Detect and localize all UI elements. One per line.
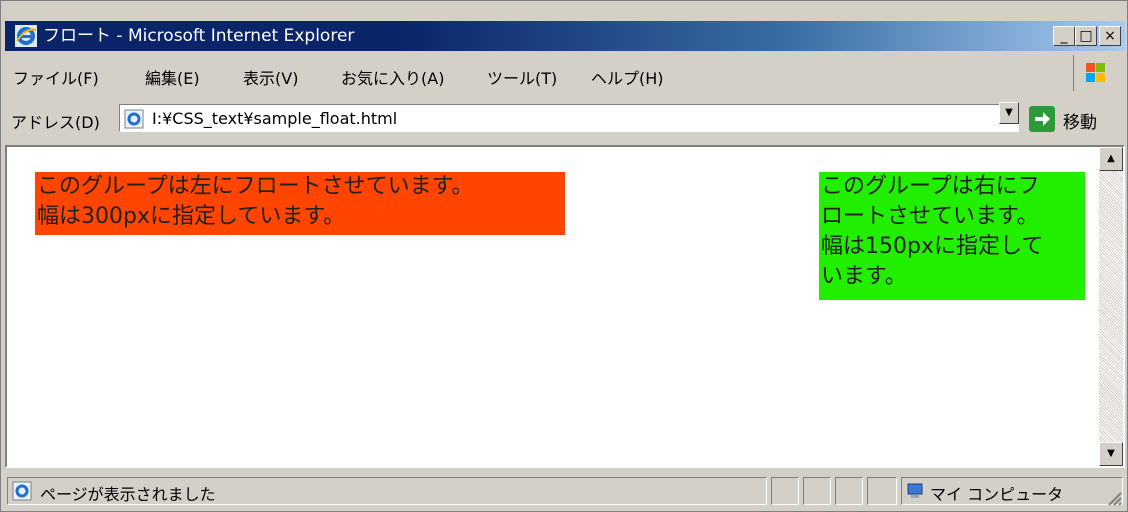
go-button[interactable]: 移動 bbox=[1029, 106, 1121, 133]
address-bar: アドレス(D) I:¥CSS_text¥sample_float.html ▼ … bbox=[5, 100, 1125, 136]
float-left-box: このグループは左にフロートさせています。 幅は300pxに指定しています。 bbox=[35, 172, 565, 235]
url-text: I:¥CSS_text¥sample_float.html bbox=[152, 109, 398, 128]
maximize-button[interactable]: □ bbox=[1075, 26, 1097, 46]
status-pane bbox=[867, 477, 897, 505]
windows-flag-icon bbox=[1073, 55, 1120, 91]
menu-file[interactable]: ファイル(F) bbox=[13, 65, 99, 89]
status-pane bbox=[835, 477, 863, 505]
go-arrow-icon bbox=[1029, 106, 1055, 132]
float-right-line-1: このグループは右にフ bbox=[821, 174, 1040, 199]
float-right-line-4: います。 bbox=[821, 264, 907, 289]
go-label: 移動 bbox=[1063, 113, 1097, 133]
close-button[interactable]: × bbox=[1099, 26, 1121, 46]
browser-window: フロート - Microsoft Internet Explorer _ □ ×… bbox=[0, 0, 1128, 512]
status-pane bbox=[771, 477, 799, 505]
minimize-button[interactable]: _ bbox=[1053, 26, 1075, 46]
float-left-line-2: 幅は300pxに指定しています。 bbox=[37, 204, 346, 229]
scroll-down-button[interactable]: ▼ bbox=[1099, 442, 1123, 466]
ie-page-icon bbox=[124, 109, 144, 129]
menu-tools[interactable]: ツール(T) bbox=[487, 65, 557, 89]
menu-edit[interactable]: 編集(E) bbox=[145, 65, 200, 89]
title-bar[interactable]: フロート - Microsoft Internet Explorer _ □ × bbox=[5, 21, 1125, 51]
security-zone-pane: マイ コンピュータ bbox=[901, 477, 1123, 505]
status-pane bbox=[803, 477, 831, 505]
menu-help[interactable]: ヘルプ(H) bbox=[591, 65, 664, 89]
float-right-line-3: 幅は150pxに指定して bbox=[821, 234, 1044, 259]
page-content: このグループは左にフロートさせています。 幅は300pxに指定しています。 この… bbox=[5, 145, 1125, 468]
ie-logo-icon bbox=[15, 25, 37, 47]
address-dropdown-button[interactable]: ▼ bbox=[999, 102, 1019, 124]
resize-grip-icon[interactable] bbox=[1103, 487, 1123, 507]
status-message-pane: ページが表示されました bbox=[7, 477, 767, 505]
status-bar: ページが表示されました マイ コンピュータ bbox=[5, 473, 1125, 509]
ie-page-icon bbox=[12, 481, 32, 501]
menu-view[interactable]: 表示(V) bbox=[243, 65, 298, 89]
vertical-scrollbar[interactable]: ▲ ▼ bbox=[1099, 147, 1123, 466]
window-title: フロート - Microsoft Internet Explorer bbox=[43, 26, 355, 46]
menu-bar: ファイル(F) 編集(E) 表示(V) お気に入り(A) ツール(T) ヘルプ(… bbox=[5, 55, 1125, 91]
address-input[interactable]: I:¥CSS_text¥sample_float.html bbox=[119, 104, 1019, 132]
menu-favorites[interactable]: お気に入り(A) bbox=[341, 65, 444, 89]
my-computer-icon bbox=[907, 483, 923, 498]
address-label: アドレス(D) bbox=[11, 113, 100, 132]
float-right-line-2: ロートさせています。 bbox=[821, 204, 1039, 229]
zone-text: マイ コンピュータ bbox=[930, 485, 1064, 504]
scroll-up-button[interactable]: ▲ bbox=[1099, 147, 1123, 171]
status-text: ページが表示されました bbox=[40, 485, 216, 504]
float-left-line-1: このグループは左にフロートさせています。 bbox=[37, 174, 474, 199]
float-right-box: このグループは右にフ ロートさせています。 幅は150pxに指定して います。 bbox=[819, 172, 1085, 300]
